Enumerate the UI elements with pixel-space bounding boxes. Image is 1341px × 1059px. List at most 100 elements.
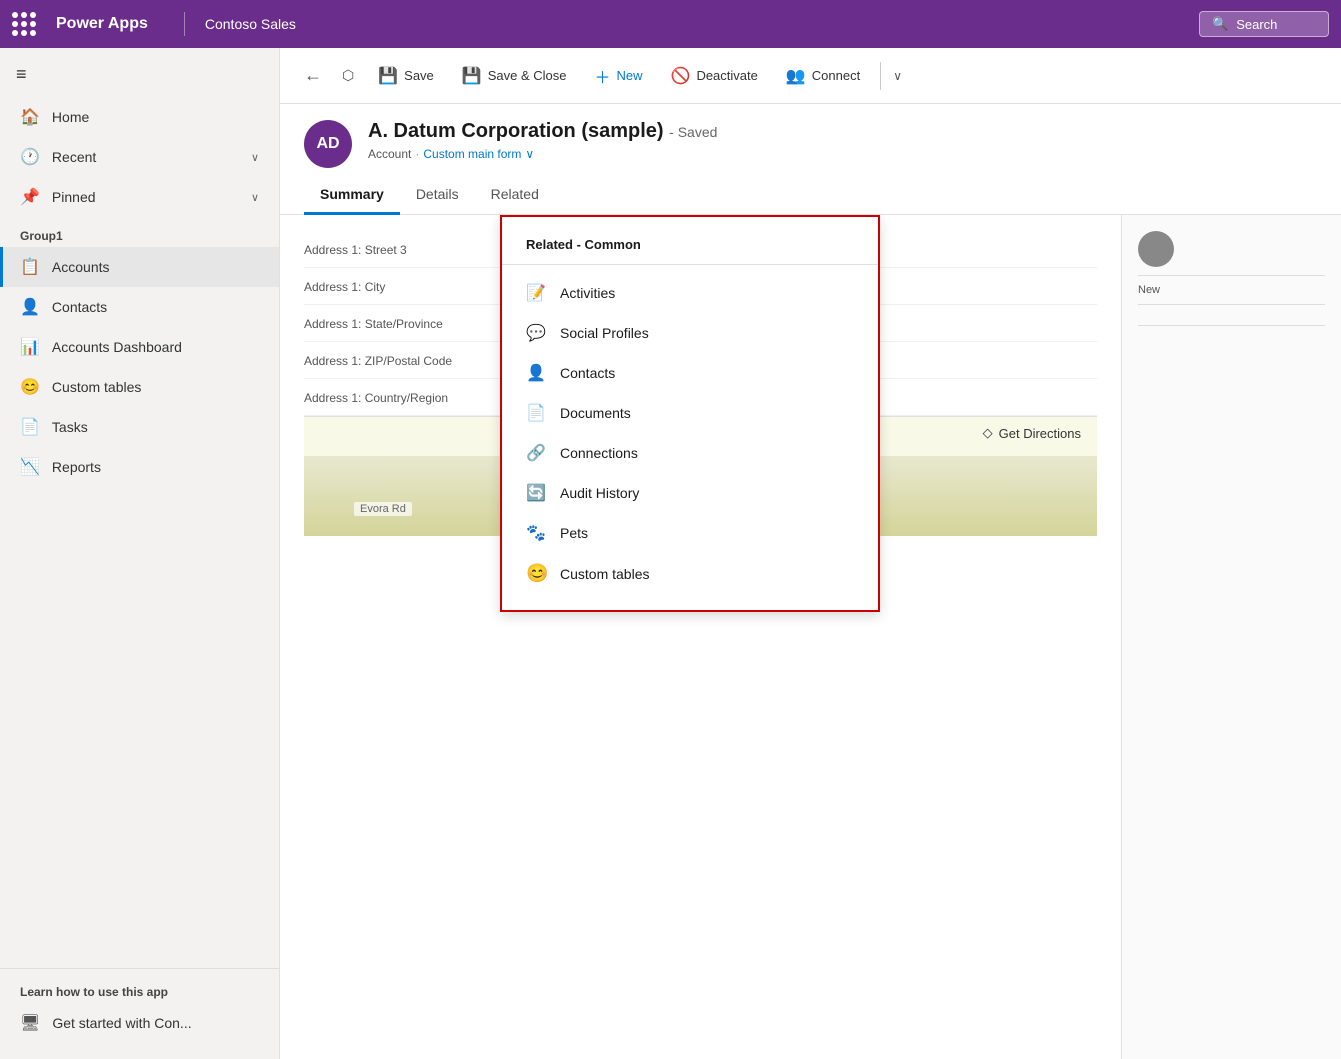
right-panel-divider-3 <box>1138 325 1325 326</box>
field-label: Address 1: ZIP/Postal Code <box>304 352 504 368</box>
home-icon: 🏠 <box>20 107 40 127</box>
custom-tables-emoji-icon: 😊 <box>526 563 546 584</box>
related-activities-label: Activities <box>560 285 615 301</box>
related-dropdown-title: Related - Common <box>502 233 878 265</box>
saved-status: - Saved <box>669 124 717 140</box>
sidebar-get-started-label: Get started with Con... <box>52 1015 191 1031</box>
brand-label: Power Apps <box>56 15 148 33</box>
get-directions-label: Get Directions <box>999 426 1081 441</box>
right-panel-text-2 <box>1138 334 1325 338</box>
toolbar-more-button[interactable]: ∨ <box>889 63 906 89</box>
right-panel-text <box>1138 313 1325 317</box>
save-close-icon: 💾 <box>462 66 482 86</box>
sidebar-item-tasks[interactable]: 📄 Tasks <box>0 407 279 447</box>
custom-tables-icon: 😊 <box>20 377 40 397</box>
field-label: Address 1: City <box>304 278 504 294</box>
sidebar-custom-tables-label: Custom tables <box>52 379 141 395</box>
related-item-audit-history[interactable]: 🔄 Audit History <box>502 473 878 513</box>
right-new-label: New <box>1138 284 1325 296</box>
search-icon: 🔍 <box>1212 16 1228 32</box>
related-pets-label: Pets <box>560 525 588 541</box>
sidebar-contacts-label: Contacts <box>52 299 107 315</box>
sidebar-footer-title: Learn how to use this app <box>0 977 279 1003</box>
related-item-contacts[interactable]: 👤 Contacts <box>502 353 878 393</box>
content-area: ← ⬡ 💾 Save 💾 Save & Close ＋ New 🚫 Deacti… <box>280 48 1341 1059</box>
field-label: Address 1: State/Province <box>304 315 504 331</box>
connect-button[interactable]: 👥 Connect <box>774 60 872 92</box>
connect-icon: 👥 <box>786 66 806 86</box>
documents-icon: 📄 <box>526 403 546 423</box>
related-connections-label: Connections <box>560 445 638 461</box>
sidebar-item-recent[interactable]: 🕐 Recent ∨ <box>0 137 279 177</box>
dashboard-icon: 📊 <box>20 337 40 357</box>
form-name-label: Custom main form <box>423 147 521 161</box>
social-profiles-icon: 💬 <box>526 323 546 343</box>
toolbar: ← ⬡ 💾 Save 💾 Save & Close ＋ New 🚫 Deacti… <box>280 48 1341 104</box>
tasks-icon: 📄 <box>20 417 40 437</box>
related-dropdown: Related - Common 📝 Activities 💬 Social P… <box>500 215 880 612</box>
sidebar-item-reports[interactable]: 📉 Reports <box>0 447 279 487</box>
sidebar-item-accounts-dashboard[interactable]: 📊 Accounts Dashboard <box>0 327 279 367</box>
app-launcher-icon[interactable] <box>12 12 36 36</box>
new-icon: ＋ <box>594 64 610 88</box>
hamburger-menu-button[interactable]: ≡ <box>0 56 279 93</box>
new-button[interactable]: ＋ New <box>582 58 654 94</box>
toolbar-divider <box>880 62 881 90</box>
save-close-label: Save & Close <box>488 68 567 83</box>
field-label: Address 1: Country/Region <box>304 389 504 405</box>
related-item-activities[interactable]: 📝 Activities <box>502 273 878 313</box>
deactivate-button[interactable]: 🚫 Deactivate <box>659 60 770 92</box>
related-item-connections[interactable]: 🔗 Connections <box>502 433 878 473</box>
deactivate-label: Deactivate <box>696 68 757 83</box>
expand-button[interactable]: ⬡ <box>334 61 362 90</box>
record-header: AD A. Datum Corporation (sample) - Saved… <box>280 104 1341 168</box>
audit-history-icon: 🔄 <box>526 483 546 503</box>
nav-divider <box>184 12 185 36</box>
related-contacts-label: Contacts <box>560 365 615 381</box>
form-body: Address 1: Street 3 Address 1: City Addr… <box>280 215 1341 1059</box>
sidebar-item-accounts[interactable]: 📋 Accounts <box>0 247 279 287</box>
save-close-button[interactable]: 💾 Save & Close <box>450 60 579 92</box>
search-button[interactable]: 🔍 Search <box>1199 11 1329 37</box>
connections-icon: 🔗 <box>526 443 546 463</box>
recent-icon: 🕐 <box>20 147 40 167</box>
related-item-social-profiles[interactable]: 💬 Social Profiles <box>502 313 878 353</box>
sidebar-tasks-label: Tasks <box>52 419 88 435</box>
reports-icon: 📉 <box>20 457 40 477</box>
sidebar-item-contacts[interactable]: 👤 Contacts <box>0 287 279 327</box>
tab-related[interactable]: Related <box>475 176 555 215</box>
sidebar-item-home[interactable]: 🏠 Home <box>0 97 279 137</box>
related-item-documents[interactable]: 📄 Documents <box>502 393 878 433</box>
tab-summary[interactable]: Summary <box>304 176 400 215</box>
back-button[interactable]: ← <box>296 59 330 92</box>
app-name-label: Contoso Sales <box>205 16 296 32</box>
sidebar-item-get-started[interactable]: 🖥 Get started with Con... <box>0 1003 279 1043</box>
sidebar-home-label: Home <box>52 109 89 125</box>
save-label: Save <box>404 68 434 83</box>
sidebar-footer: Learn how to use this app 🖥 Get started … <box>0 968 279 1051</box>
related-social-profiles-label: Social Profiles <box>560 325 649 341</box>
related-item-pets[interactable]: 🐾 Pets <box>502 513 878 553</box>
sidebar: ≡ 🏠 Home 🕐 Recent ∨ 📌 Pinned ∨ Group1 📋 … <box>0 48 280 1059</box>
related-item-custom-tables[interactable]: 😊 Custom tables <box>502 553 878 594</box>
right-panel-divider-2 <box>1138 304 1325 305</box>
accounts-icon: 📋 <box>20 257 40 277</box>
form-left: Address 1: Street 3 Address 1: City Addr… <box>280 215 1121 1059</box>
sidebar-item-custom-tables[interactable]: 😊 Custom tables <box>0 367 279 407</box>
tab-details[interactable]: Details <box>400 176 475 215</box>
entity-type-label: Account <box>368 147 411 161</box>
right-panel-avatar <box>1138 231 1174 267</box>
save-button[interactable]: 💾 Save <box>366 60 446 92</box>
pets-icon: 🐾 <box>526 523 546 543</box>
related-audit-history-label: Audit History <box>560 485 639 501</box>
directions-icon: ◇ <box>983 425 993 441</box>
sidebar-item-pinned[interactable]: 📌 Pinned ∨ <box>0 177 279 217</box>
sidebar-pinned-label: Pinned <box>52 189 96 205</box>
contacts-icon: 👤 <box>20 297 40 317</box>
related-documents-label: Documents <box>560 405 631 421</box>
form-selector-button[interactable]: Custom main form ∨ <box>423 147 534 161</box>
map-road-label: Evora Rd <box>354 502 412 516</box>
get-directions-button[interactable]: ◇ Get Directions <box>983 425 1081 441</box>
sidebar-accounts-label: Accounts <box>52 259 110 275</box>
chevron-down-icon: ∨ <box>251 191 259 204</box>
